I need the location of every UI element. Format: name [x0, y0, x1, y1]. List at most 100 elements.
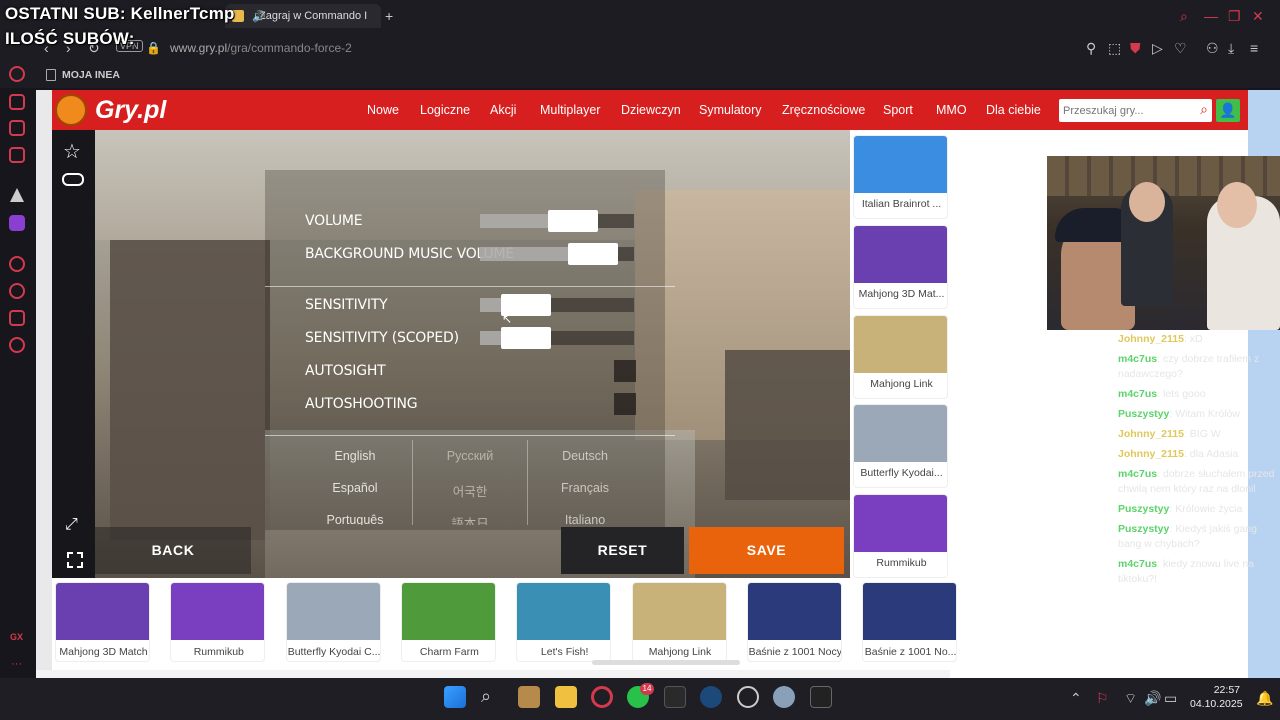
search-box[interactable]: ⌕ — [1059, 99, 1212, 122]
clock-date[interactable]: 04.10.2025 — [1190, 698, 1243, 710]
shield-icon[interactable]: ⛊ — [1130, 40, 1141, 56]
game-thumbnail[interactable] — [854, 495, 947, 552]
game-title[interactable]: Italian Brainrot ... — [854, 198, 947, 210]
game-thumbnail[interactable] — [286, 583, 380, 640]
epic-games-icon[interactable] — [810, 686, 832, 708]
game-title[interactable]: Butterfly Kyodai... — [854, 467, 947, 479]
game-thumbnail[interactable] — [517, 583, 611, 640]
gamepad-icon[interactable] — [62, 173, 84, 186]
game-thumbnail[interactable] — [854, 405, 947, 462]
file-explorer-icon[interactable] — [555, 686, 577, 708]
clock-time[interactable]: 22:57 — [1208, 684, 1240, 696]
tab-commando[interactable]: Zagraj w Commando I — [225, 4, 381, 28]
chat-username[interactable]: Johnny_2115 — [1118, 333, 1184, 345]
tray-mic-icon[interactable]: ⚐ — [1096, 690, 1109, 706]
taskbar-app-icon[interactable] — [518, 686, 540, 708]
sidebar-more-icon[interactable]: ··· — [11, 658, 22, 670]
lang-japanese[interactable]: 語本日 — [415, 513, 525, 525]
minimize-icon[interactable]: — — [1204, 8, 1218, 24]
sidebar-twitch-icon[interactable] — [9, 215, 25, 231]
sidebar-game-card[interactable]: Mahjong Link — [853, 315, 948, 399]
pin-icon[interactable]: ⚲ — [1086, 40, 1096, 56]
maximize-icon[interactable]: ❐ — [1228, 8, 1241, 24]
search-input[interactable] — [1063, 102, 1187, 119]
user-login-icon[interactable]: 👤 — [1216, 99, 1240, 122]
play-icon[interactable]: ▷ — [1152, 40, 1163, 56]
carousel-game-card[interactable]: Rummikub — [170, 582, 266, 662]
nav-multiplayer[interactable]: Multiplayer — [540, 103, 600, 117]
sidebar-game-card[interactable]: Italian Brainrot ... — [853, 135, 948, 219]
lang-russian[interactable]: Русский — [415, 449, 525, 463]
lang-english[interactable]: English — [300, 449, 410, 463]
start-icon[interactable] — [444, 686, 466, 708]
chat-username[interactable]: Johnny_2115 — [1118, 448, 1184, 460]
game-title[interactable]: Rummikub — [854, 557, 947, 569]
site-logo[interactable]: Gry.pl — [95, 96, 166, 125]
chat-username[interactable]: Johnny_2115 — [1118, 428, 1184, 440]
nav-symulatory[interactable]: Symulatory — [699, 103, 762, 117]
search-tabs-icon[interactable]: ⌕ — [1180, 8, 1188, 24]
sidebar-player-icon[interactable] — [9, 256, 25, 272]
carousel-game-card[interactable]: Mahjong 3D Match — [55, 582, 150, 662]
carousel-game-card[interactable]: Let's Fish! — [516, 582, 612, 662]
game-title[interactable]: Mahjong Link — [854, 378, 947, 390]
sidebar-clock-icon[interactable] — [9, 283, 25, 299]
pumpkin-logo-icon[interactable] — [55, 94, 87, 126]
sidebar-messenger-icon[interactable] — [9, 147, 25, 163]
carousel-scrollbar[interactable] — [592, 660, 740, 665]
nav-logiczne[interactable]: Logiczne — [420, 103, 470, 117]
lang-portuguese[interactable]: Português — [300, 513, 410, 525]
chat-username[interactable]: m4c7us — [1118, 353, 1157, 365]
download-icon[interactable]: ⤓ — [1228, 40, 1234, 56]
lang-german[interactable]: Deutsch — [530, 449, 640, 463]
account-icon[interactable]: ⚇ — [1206, 40, 1219, 56]
fullscreen-icon[interactable] — [67, 552, 83, 568]
game-title[interactable]: Rummikub — [171, 646, 264, 658]
game-title[interactable]: Charm Farm — [402, 646, 495, 658]
game-canvas[interactable] — [95, 130, 850, 578]
nav-mmo[interactable]: MMO — [936, 103, 967, 117]
carousel-game-card[interactable]: Butterfly Kyodai C... — [285, 582, 381, 662]
expand-icon[interactable]: ⤢ — [65, 516, 78, 534]
sidebar-tools-icon[interactable] — [9, 120, 25, 136]
lang-french[interactable]: Français — [530, 481, 640, 495]
taskbar-search-icon[interactable]: ⌕ — [481, 687, 491, 705]
chat-username[interactable]: m4c7us — [1118, 388, 1157, 400]
autosight-checkbox[interactable] — [614, 360, 636, 382]
reset-button[interactable]: RESET — [561, 527, 684, 574]
wifi-icon[interactable]: ⌔ — [1124, 690, 1137, 706]
settings-icon[interactable] — [773, 686, 795, 708]
carousel-game-card[interactable]: Mahjong Link — [631, 582, 727, 662]
game-thumbnail[interactable] — [171, 583, 265, 640]
game-thumbnail[interactable] — [854, 316, 947, 373]
game-thumbnail[interactable] — [863, 583, 957, 640]
url-field[interactable]: www.gry.pl/gra/commando-force-2 — [170, 41, 352, 55]
slider-knob[interactable] — [500, 327, 551, 349]
game-title[interactable]: Baśnie z 1001 Nocy — [748, 646, 841, 658]
nav-akcji[interactable]: Akcji — [490, 103, 516, 117]
game-title[interactable]: Mahjong 3D Match — [56, 646, 149, 658]
game-thumbnail[interactable] — [854, 136, 947, 193]
opera-gx-icon[interactable] — [591, 686, 613, 708]
bookmark-moja-inea[interactable]: MOJA INEA — [62, 69, 120, 81]
carousel-game-card[interactable]: Baśnie z 1001 Nocy — [746, 582, 842, 662]
volume-icon[interactable]: 🔊 — [1144, 690, 1161, 706]
game-thumbnail[interactable] — [401, 583, 495, 640]
nav-zrecznosciowe[interactable]: Zręcznościowe — [782, 103, 865, 117]
battery-icon[interactable]: ▭ — [1164, 690, 1177, 706]
sidebar-aria-icon[interactable] — [9, 94, 25, 110]
game-title[interactable]: Baśnie z 1001 No... — [863, 646, 956, 658]
sidebar-extensions-icon[interactable] — [9, 310, 25, 326]
save-button[interactable]: SAVE — [689, 527, 844, 574]
sidebar-game-card[interactable]: Mahjong 3D Mat... — [853, 225, 948, 309]
nav-nowe[interactable]: Nowe — [367, 103, 399, 117]
sidebar-game-card[interactable]: Butterfly Kyodai... — [853, 404, 948, 488]
game-title[interactable]: Mahjong Link — [633, 646, 726, 658]
snapshot-icon[interactable]: ⬚ — [1108, 40, 1121, 56]
sidebar-game-card[interactable]: Rummikub — [853, 494, 948, 578]
slider-knob[interactable] — [547, 210, 598, 232]
game-thumbnail[interactable] — [854, 226, 947, 283]
tray-chevron-icon[interactable]: ⌃ — [1070, 690, 1082, 706]
sidebar-history-icon[interactable] — [9, 66, 25, 82]
slider-knob[interactable] — [568, 243, 619, 265]
